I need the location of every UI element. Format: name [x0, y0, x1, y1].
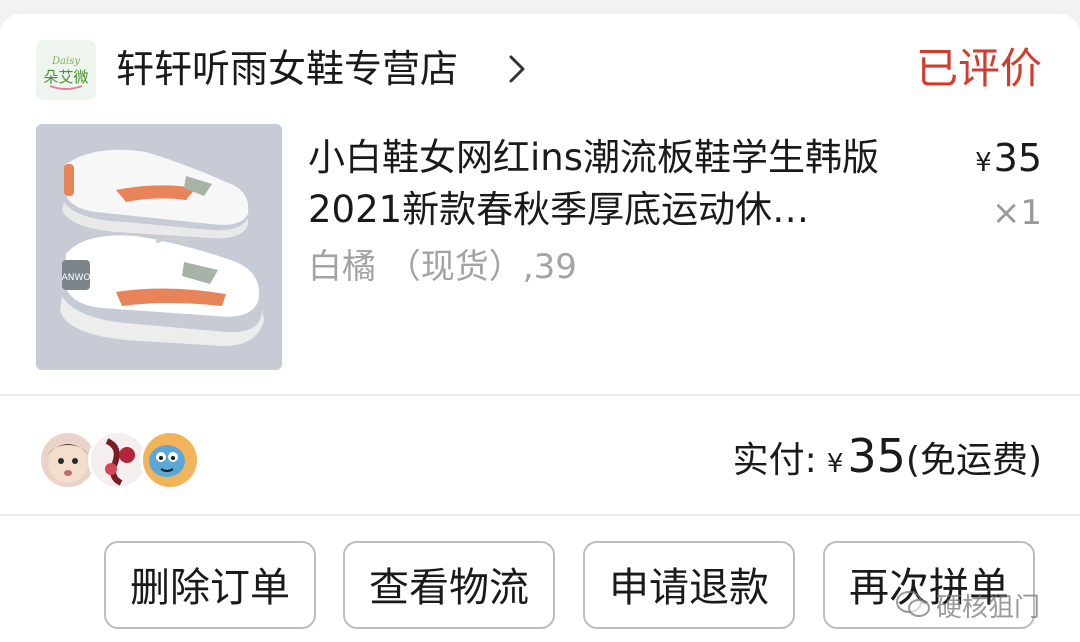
paid-label: 实付: [732, 440, 817, 481]
request-refund-button[interactable]: 申请退款 [583, 541, 795, 629]
divider [0, 394, 1080, 396]
product-quantity: ×1 [991, 193, 1042, 233]
product-image[interactable]: ANWO [36, 124, 282, 370]
store-logo[interactable]: Daisy 朵艾微 [36, 40, 96, 100]
product-price-value: 35 [993, 136, 1042, 180]
shipping-note: (免运费) [905, 440, 1042, 481]
store-logo-text: 朵艾微 [43, 68, 88, 86]
product-title[interactable]: 小白鞋女网红ins潮流板鞋学生韩版2021新款春秋季厚底运动休… [308, 132, 918, 236]
product-image-brand-text: ANWO [62, 273, 91, 283]
product-price: ¥35 [975, 134, 1042, 187]
paid-amount-value: 35 [847, 429, 906, 483]
store-name[interactable]: 轩轩听雨女鞋专营店 [116, 44, 458, 94]
wechat-icon [896, 591, 930, 617]
watermark-text: 硬核狙门 [936, 592, 1041, 623]
divider [0, 514, 1080, 516]
chevron-right-icon[interactable] [506, 54, 528, 84]
currency-symbol: ¥ [826, 449, 844, 479]
order-card: Daisy 朵艾微 轩轩听雨女鞋专营店 已评价 ANWO 小白鞋女网红ins潮流… [0, 14, 1080, 642]
cartoon-avatar[interactable] [140, 430, 200, 490]
delete-order-button[interactable]: 删除订单 [104, 541, 316, 629]
flower-avatar[interactable] [88, 430, 148, 490]
currency-symbol: ¥ [975, 148, 992, 178]
store-logo-small-text: Daisy [51, 56, 80, 67]
paid-amount: 实付: ¥35(免运费) [733, 428, 1042, 492]
watermark: 硬核狙门 [896, 580, 1040, 630]
product-spec: 白橘 （现货）,39 [308, 247, 577, 287]
order-status-label: 已评价 [915, 44, 1042, 93]
view-logistics-button[interactable]: 查看物流 [343, 541, 555, 629]
